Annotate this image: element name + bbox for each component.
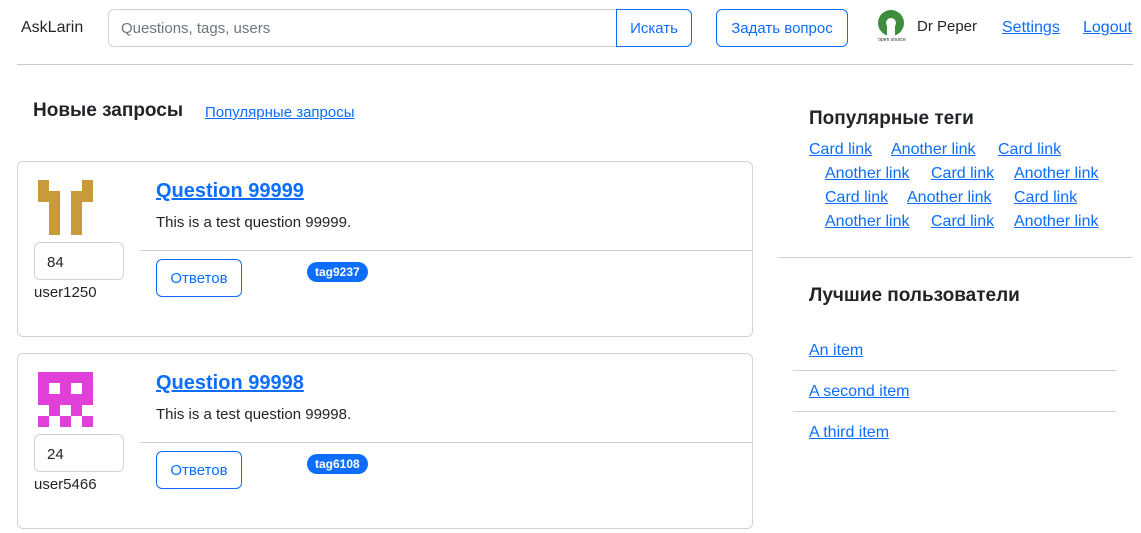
- navbar: AskLarin Искать Задать вопрос open sourc…: [0, 0, 1141, 64]
- search-group: Искать: [108, 9, 692, 47]
- question-card: 84 user1250 Question 99999 This is a tes…: [17, 161, 753, 337]
- logo-caption: open source: [878, 37, 906, 43]
- user-link[interactable]: A second item: [809, 383, 910, 401]
- tag-badge[interactable]: tag6108: [307, 454, 368, 474]
- avatar-pixel: [38, 383, 49, 394]
- avatar-pixel: [49, 202, 60, 213]
- avatar-pixel: [82, 191, 93, 202]
- question-card: 24 user5466 Question 99998 This is a tes…: [17, 353, 753, 529]
- avatar-pixel: [82, 372, 93, 383]
- avatar-pixel: [60, 394, 71, 405]
- best-users-title: Лучшие пользователи: [809, 285, 1020, 306]
- avatar-pixel: [71, 394, 82, 405]
- avatar[interactable]: [38, 180, 96, 238]
- card-divider: [140, 442, 753, 443]
- avatar-pixel: [38, 416, 49, 427]
- brand-logo[interactable]: AskLarin: [21, 19, 83, 37]
- avatar-pixel: [82, 416, 93, 427]
- avatar-pixel: [60, 372, 71, 383]
- tag-link[interactable]: Another link: [825, 165, 910, 183]
- avatar-pixel: [38, 372, 49, 383]
- avatar-pixel: [38, 180, 49, 191]
- sidebar-divider: [777, 257, 1133, 258]
- card-divider: [140, 250, 753, 251]
- avatar-pixel: [49, 191, 60, 202]
- rating-field[interactable]: 84: [34, 242, 124, 280]
- username: Dr Peper: [917, 18, 978, 35]
- list-item: A third item: [793, 412, 1117, 453]
- settings-link[interactable]: Settings: [1002, 19, 1060, 37]
- tag-link[interactable]: Another link: [1014, 165, 1099, 183]
- avatar-pixel: [49, 224, 60, 235]
- avatar-pixel: [71, 372, 82, 383]
- avatar-pixel: [49, 394, 60, 405]
- question-title-link[interactable]: Question 99999: [156, 180, 304, 203]
- avatar-pixel: [82, 394, 93, 405]
- question-text: This is a test question 99999.: [156, 214, 352, 231]
- avatar[interactable]: [38, 372, 96, 430]
- tag-link[interactable]: Card link: [809, 141, 872, 159]
- list-item: A second item: [793, 371, 1117, 412]
- tag-link[interactable]: Card link: [998, 141, 1061, 159]
- question-text: This is a test question 99998.: [156, 406, 352, 423]
- avatar-pixel: [71, 191, 82, 202]
- ask-question-button[interactable]: Задать вопрос: [716, 9, 848, 47]
- avatar-pixel: [38, 394, 49, 405]
- question-title-link[interactable]: Question 99998: [156, 372, 304, 395]
- navbar-divider: [17, 64, 1133, 65]
- avatar-pixel: [60, 416, 71, 427]
- avatar-pixel: [60, 383, 71, 394]
- tag-link[interactable]: Card link: [931, 213, 994, 231]
- avatar-pixel: [82, 383, 93, 394]
- rating-field[interactable]: 24: [34, 434, 124, 472]
- tag-link[interactable]: Another link: [825, 213, 910, 231]
- tag-link[interactable]: Another link: [907, 189, 992, 207]
- avatar-pixel: [71, 224, 82, 235]
- popular-tags-title: Популярные теги: [809, 108, 974, 129]
- user-link[interactable]: An item: [809, 342, 863, 360]
- avatar-pixel: [82, 180, 93, 191]
- user-avatar[interactable]: open source: [874, 10, 910, 48]
- search-button[interactable]: Искать: [616, 9, 692, 47]
- search-input[interactable]: [108, 9, 616, 47]
- tag-link[interactable]: Card link: [825, 189, 888, 207]
- author-name: user5466: [34, 476, 97, 493]
- author-name: user1250: [34, 284, 97, 301]
- tag-link[interactable]: Card link: [1014, 189, 1077, 207]
- answers-button[interactable]: Ответов: [156, 451, 242, 489]
- list-item: An item: [793, 330, 1117, 371]
- popular-questions-link[interactable]: Популярные запросы: [205, 104, 355, 121]
- avatar-pixel: [71, 405, 82, 416]
- avatar-pixel: [71, 202, 82, 213]
- tag-link[interactable]: Another link: [891, 141, 976, 159]
- avatar-pixel: [38, 191, 49, 202]
- avatar-pixel: [49, 213, 60, 224]
- avatar-pixel: [49, 405, 60, 416]
- logout-link[interactable]: Logout: [1083, 19, 1132, 37]
- avatar-pixel: [49, 372, 60, 383]
- answers-button[interactable]: Ответов: [156, 259, 242, 297]
- tag-badge[interactable]: tag9237: [307, 262, 368, 282]
- user-link[interactable]: A third item: [809, 424, 889, 442]
- tag-link[interactable]: Card link: [931, 165, 994, 183]
- tag-link[interactable]: Another link: [1014, 213, 1099, 231]
- avatar-pixel: [71, 213, 82, 224]
- page-title: Новые запросы: [33, 100, 184, 121]
